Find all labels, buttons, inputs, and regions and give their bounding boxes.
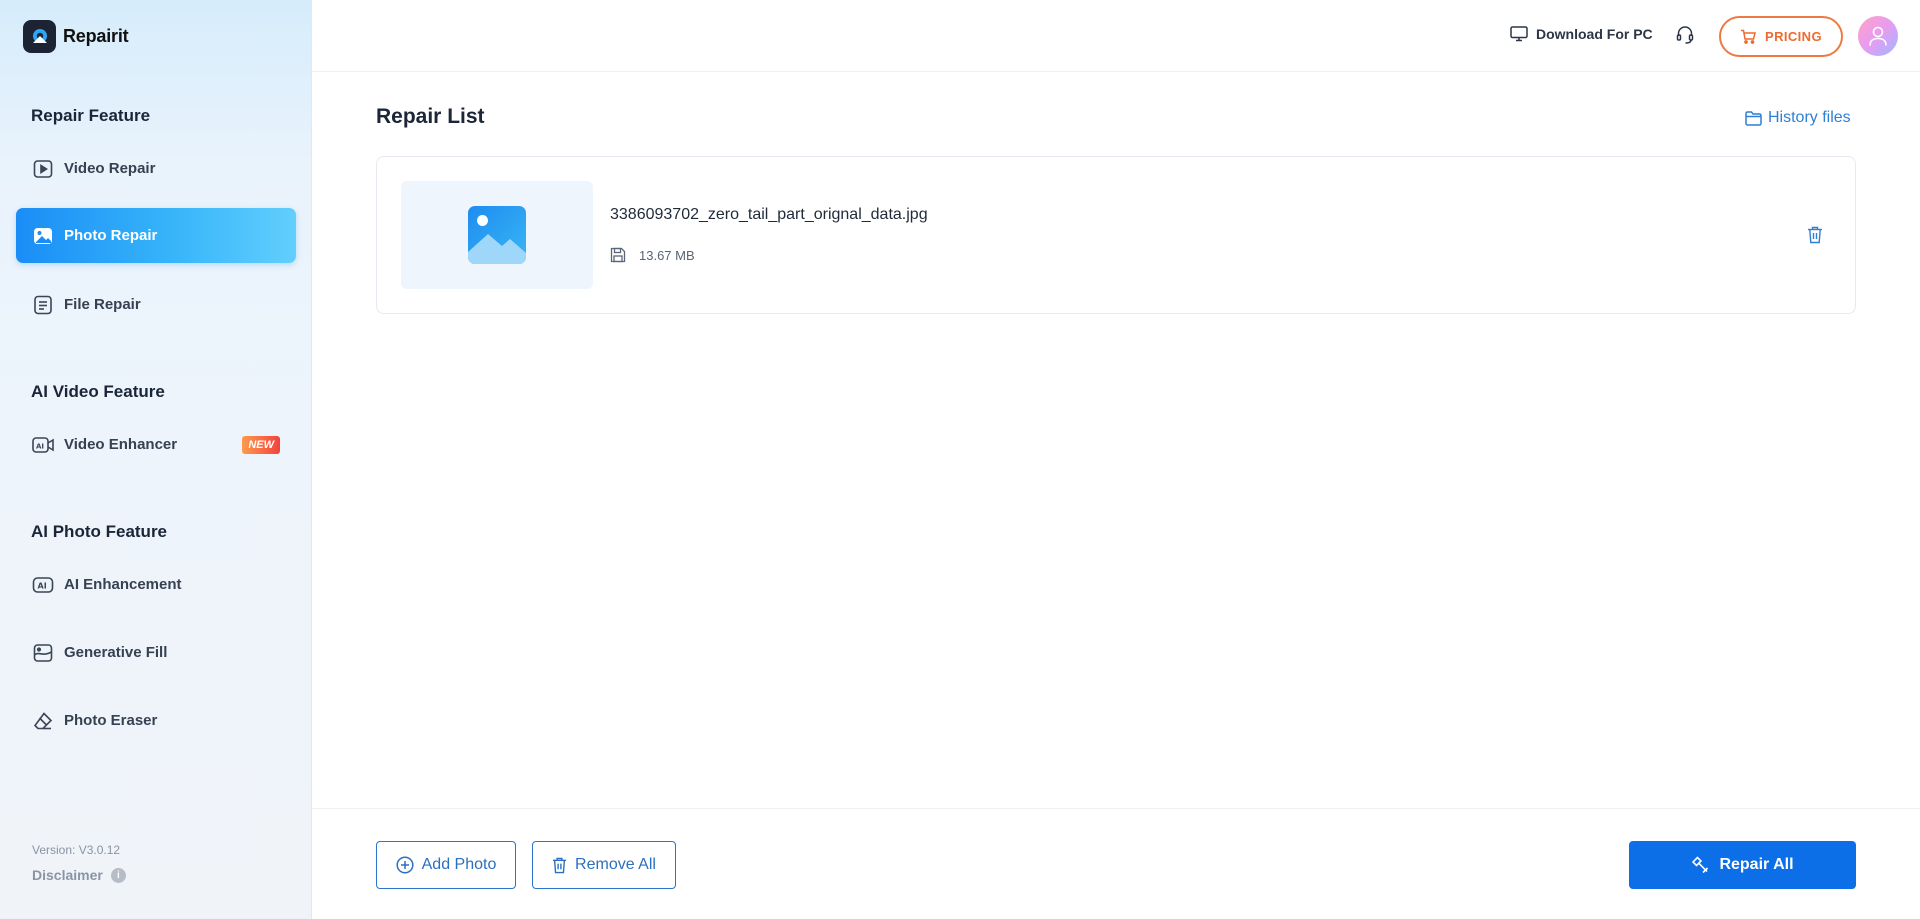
- page-title: Repair List: [376, 105, 485, 128]
- folder-icon: [1745, 110, 1762, 126]
- sidebar-item-video-repair[interactable]: Video Repair: [16, 141, 296, 196]
- section-title-repair-feature: Repair Feature: [31, 106, 151, 125]
- disclaimer-link[interactable]: Disclaimer i: [32, 867, 126, 883]
- cart-icon: [1741, 29, 1756, 44]
- history-files-label: History files: [1768, 109, 1851, 126]
- version-label: Version: V3.0.12: [32, 843, 121, 857]
- play-icon: [32, 158, 54, 180]
- svg-text:AI: AI: [36, 442, 44, 450]
- svg-text:AI: AI: [38, 581, 47, 590]
- section-title-ai-photo-feature: AI Photo Feature: [31, 522, 168, 541]
- history-files-link[interactable]: History files: [1745, 109, 1851, 127]
- sidebar-item-video-enhancer[interactable]: AI Video Enhancer NEW: [16, 417, 296, 472]
- sidebar-item-generative-fill[interactable]: Generative Fill: [16, 625, 296, 680]
- disclaimer-label: Disclaimer: [32, 867, 103, 883]
- remove-all-button[interactable]: Remove All: [532, 841, 676, 889]
- user-icon: [1869, 26, 1887, 46]
- sidebar-item-photo-repair[interactable]: Photo Repair: [16, 208, 296, 263]
- headset-support-icon[interactable]: [1676, 25, 1694, 50]
- top-bar: Download For PC PRICING: [312, 0, 1920, 72]
- user-avatar[interactable]: [1858, 16, 1898, 56]
- sidebar-item-file-repair[interactable]: File Repair: [16, 277, 296, 332]
- file-size: 13.67 MB: [639, 247, 695, 263]
- new-badge: NEW: [242, 436, 280, 454]
- sidebar-item-label: Generative Fill: [64, 644, 168, 661]
- image-icon: [32, 225, 54, 247]
- bottom-action-bar: Add Photo Remove All Repair All: [312, 808, 1920, 919]
- pricing-label: PRICING: [1765, 29, 1822, 44]
- section-title-ai-video-feature: AI Video Feature: [31, 382, 165, 401]
- ai-video-icon: AI: [32, 434, 54, 456]
- trash-icon[interactable]: [1807, 226, 1823, 249]
- plus-circle-icon: [396, 856, 414, 874]
- brand[interactable]: Repairit: [23, 20, 129, 53]
- sidebar-item-label: Photo Eraser: [64, 712, 158, 729]
- sidebar: Repairit Repair Feature Video Repair Pho…: [0, 0, 312, 919]
- generative-fill-icon: [32, 642, 54, 664]
- file-name: 3386093702_zero_tail_part_orignal_data.j…: [610, 206, 928, 223]
- sidebar-item-label: Video Enhancer: [64, 436, 178, 453]
- download-for-pc-link[interactable]: Download For PC: [1510, 26, 1653, 42]
- file-size-row: 13.67 MB: [610, 247, 695, 263]
- save-disk-icon: [610, 247, 626, 263]
- pricing-button[interactable]: PRICING: [1719, 16, 1843, 57]
- photo-placeholder-icon: [468, 206, 526, 264]
- trash-icon: [552, 857, 567, 873]
- remove-all-label: Remove All: [575, 856, 656, 873]
- sidebar-item-photo-eraser[interactable]: Photo Eraser: [16, 693, 296, 748]
- eraser-icon: [32, 710, 54, 732]
- info-icon[interactable]: i: [110, 867, 126, 883]
- app-name: Repairit: [63, 26, 129, 46]
- sidebar-item-label: Video Repair: [64, 160, 156, 177]
- document-icon: [32, 294, 54, 316]
- add-photo-label: Add Photo: [421, 856, 497, 873]
- ai-icon: AI: [32, 574, 54, 596]
- download-label: Download For PC: [1536, 26, 1653, 42]
- sidebar-item-ai-enhancement[interactable]: AI AI Enhancement: [16, 557, 296, 612]
- file-thumbnail: [401, 181, 593, 289]
- sidebar-item-label: Photo Repair: [64, 227, 158, 244]
- sidebar-item-label: AI Enhancement: [64, 576, 182, 593]
- file-card: 3386093702_zero_tail_part_orignal_data.j…: [376, 156, 1856, 314]
- repair-all-button[interactable]: Repair All: [1629, 841, 1856, 889]
- add-photo-button[interactable]: Add Photo: [376, 841, 516, 889]
- monitor-icon: [1510, 26, 1528, 42]
- repairit-logo-icon: [23, 20, 56, 53]
- repair-all-label: Repair All: [1719, 856, 1794, 873]
- repair-wrench-icon: [1692, 856, 1709, 874]
- sidebar-item-label: File Repair: [64, 296, 141, 313]
